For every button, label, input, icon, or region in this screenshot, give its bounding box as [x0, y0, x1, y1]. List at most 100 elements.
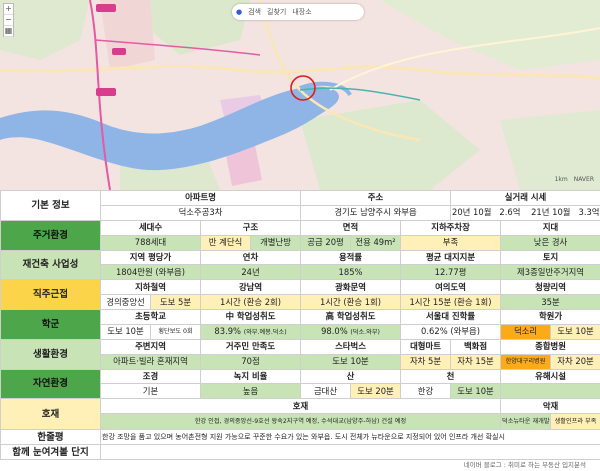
- green-ratio-value: 높음: [199, 383, 302, 400]
- compare-value: [99, 444, 600, 460]
- review-value: 한강 조망을 품고 있으며 농어촌전형 지원 가능으로 꾸준한 수요가 있는 와…: [99, 429, 600, 446]
- header-gangnam: 강남역: [199, 279, 302, 296]
- area-supply: 공급 20평: [300, 234, 352, 251]
- header-far: 용적률: [300, 249, 402, 266]
- zoom-out-button[interactable]: −: [4, 15, 13, 26]
- category-nature: 자연환경: [0, 368, 101, 400]
- header-apt-name: 아파트명: [99, 190, 302, 206]
- map-scale: 1km NAVER: [555, 176, 594, 183]
- search-tab[interactable]: 검색: [248, 4, 261, 20]
- structure-stair: 반 계단식: [200, 234, 251, 251]
- category-compare: 함께 눈여겨볼 단지: [0, 444, 101, 460]
- header-subway: 지하철역: [100, 279, 201, 296]
- search-icon: ●: [236, 8, 243, 16]
- positive-value: 한강 인접, 경의중앙선-9호선 왕숙2지구역 예정, 수석대교(남양주-하남)…: [99, 413, 502, 431]
- apartment-info-table: 기본 정보 아파트명 주소 실거래 시세 덕소주공3차 경기도 남양주시 와부읍…: [0, 190, 600, 460]
- price-per-pyeong-value: 1804만원 (와부읍): [100, 264, 201, 281]
- header-elementary: 초등학교: [100, 309, 201, 325]
- header-gwanghwamun: 광화문역: [300, 279, 402, 296]
- cheongnyangni-value: 35분: [500, 294, 600, 310]
- category-commute: 직주근접: [0, 279, 101, 310]
- header-terrain: 지대: [500, 219, 600, 236]
- map-view[interactable]: + − ▦ ● 검색 길찾기 내장소 1km NAVER: [0, 0, 600, 190]
- category-basic: 기본 정보: [0, 190, 101, 221]
- directions-tab[interactable]: 길찾기: [267, 4, 286, 20]
- header-trade: 실거래 시세: [450, 190, 600, 206]
- header-middle-score: 中 학업성취도: [199, 309, 302, 325]
- mountain-name: 금대산: [300, 383, 352, 400]
- category-rebuild: 재건축 사업성: [0, 249, 101, 281]
- landscape-value: 기본: [100, 383, 201, 400]
- mountain-walk: 도보 20분: [350, 383, 402, 400]
- negative-infra: 생활인프라 부족: [550, 413, 600, 431]
- department-store-value: 자차 15분: [450, 353, 502, 370]
- header-area: 면적: [300, 219, 402, 236]
- header-hospital: 종합병원: [500, 338, 600, 355]
- map-zoom-controls: + − ▦: [3, 3, 14, 37]
- header-structure: 구조: [199, 219, 302, 236]
- blog-credit: 네이버 블로그 : 취미로 하는 부동산 입지분석: [463, 461, 586, 469]
- category-school: 학군: [0, 309, 101, 340]
- header-hazards: 유해시설: [500, 368, 600, 385]
- category-review: 한줄평: [0, 429, 101, 446]
- households-value: 788세대: [100, 234, 201, 251]
- category-life: 생활환경: [0, 338, 101, 370]
- header-cheongnyangni: 청량리역: [500, 279, 600, 296]
- header-high-score: 高 학업성취도: [300, 309, 402, 325]
- header-households: 세대수: [100, 219, 201, 236]
- satisfaction-value: 70점: [199, 353, 302, 370]
- header-mountain: 산: [300, 368, 402, 385]
- academy-area: 덕소리: [500, 323, 552, 340]
- terrain-value: 낮은 경사: [500, 234, 600, 251]
- layers-icon[interactable]: ▦: [4, 26, 13, 37]
- gwanghwamun-value: 1시간 (환승 1회): [300, 294, 402, 310]
- header-address: 주소: [300, 190, 452, 206]
- header-snu-rate: 서울대 진학률: [400, 309, 502, 325]
- stream-walk: 도보 10분: [450, 383, 502, 400]
- land-value: 제3종일반주거지역: [500, 264, 600, 281]
- header-landscape: 조경: [100, 368, 201, 385]
- snu-rate-value: 0.62% (와부읍): [400, 323, 502, 340]
- far-value: 185%: [300, 264, 402, 281]
- elementary-walk: 도보 10분: [100, 323, 151, 340]
- elementary-crossing: 횡단보도 0회: [150, 323, 201, 340]
- header-positive: 호재: [99, 398, 502, 415]
- header-surroundings: 주변지역: [100, 338, 201, 355]
- negative-redevelopment: 덕소뉴타운 재개발 진행중: [500, 413, 552, 431]
- subway-line: 경의중앙선: [100, 294, 151, 310]
- academy-walk: 도보 10분: [550, 323, 600, 340]
- mart-value: 자차 5분: [400, 353, 452, 370]
- header-land-share: 평균 대지지분: [400, 249, 502, 266]
- hospital-drive: 자차 20분: [550, 353, 600, 370]
- scale-label: 1km: [554, 176, 568, 183]
- age-value: 24년: [199, 264, 302, 281]
- header-yeouido: 여의도역: [400, 279, 502, 296]
- hazards-value: [500, 383, 600, 400]
- land-share-value: 12.77평: [400, 264, 502, 281]
- header-stream: 천: [400, 368, 502, 385]
- header-starbucks: 스타벅스: [300, 338, 402, 355]
- hospital-name: 한양대구리병원: [500, 353, 552, 370]
- map-search-bar[interactable]: ● 검색 길찾기 내장소: [232, 4, 364, 20]
- header-negative: 악재: [500, 398, 600, 415]
- zoom-in-button[interactable]: +: [4, 4, 13, 15]
- gangnam-value: 1시간 (환승 2회): [199, 294, 302, 310]
- header-parking: 지하주차장: [400, 219, 502, 236]
- header-age: 연차: [199, 249, 302, 266]
- category-positive: 호재: [0, 398, 101, 431]
- trade-prices: 20년 10월 2.6억 21년 10월 3.3억: [450, 204, 600, 221]
- header-mart: 대형마트: [400, 338, 452, 355]
- header-green-ratio: 녹지 비율: [199, 368, 302, 385]
- map-canvas: [0, 0, 600, 190]
- category-living: 주거환경: [0, 219, 101, 251]
- map-brand: NAVER: [573, 176, 594, 183]
- header-land: 토지: [500, 249, 600, 266]
- area-exclusive: 전용 49m²: [350, 234, 402, 251]
- apt-name: 덕소주공3차: [99, 204, 302, 221]
- address: 경기도 남양주시 와부읍: [300, 204, 452, 221]
- middle-score-value: 83.9% (와부.예봉.덕소): [199, 323, 302, 340]
- subway-walk: 도보 5분: [150, 294, 201, 310]
- header-satisfaction: 거주민 만족도: [199, 338, 302, 355]
- header-department-store: 백화점: [450, 338, 502, 355]
- my-places-tab[interactable]: 내장소: [292, 4, 311, 20]
